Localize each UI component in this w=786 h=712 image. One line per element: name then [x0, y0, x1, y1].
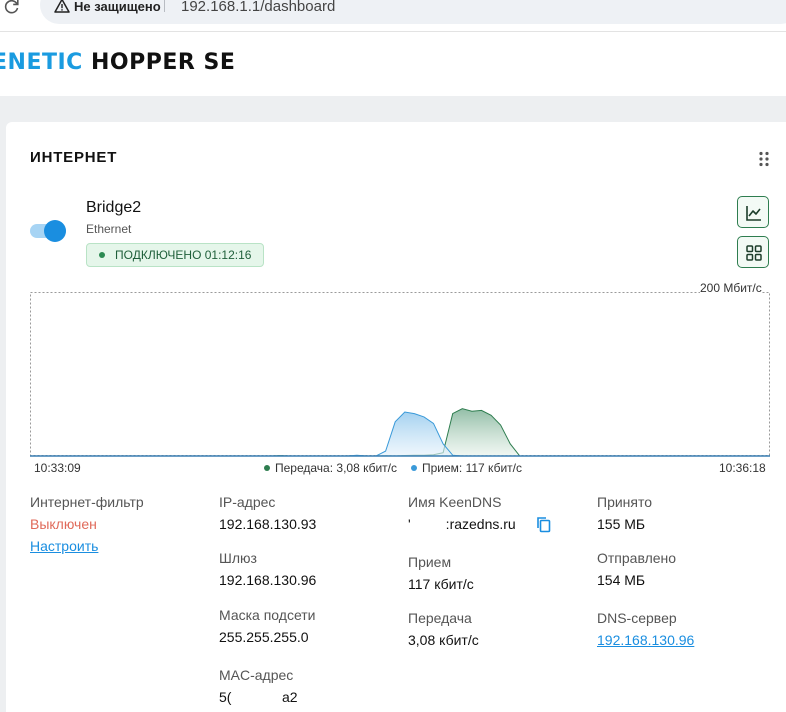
ip-address-value: 192.168.130.93 [219, 516, 317, 532]
internet-filter-value: Выключен [30, 516, 97, 532]
divider [164, 0, 165, 12]
brand-part-1: ENETIC [0, 50, 83, 75]
toggle-knob [44, 220, 66, 242]
copy-icon[interactable] [536, 516, 552, 533]
legend-tx-label: Передача: 3,08 кбит/с [275, 461, 397, 475]
ip-address-label: IP-адрес [219, 494, 276, 510]
gateway-value: 192.168.130.96 [219, 572, 317, 588]
not-secure-label[interactable]: Не защищено [74, 0, 161, 14]
connection-name: Bridge2 [86, 199, 142, 216]
brand-logo: ENETIC HOPPER SE [0, 50, 235, 75]
legend-tx-dot [264, 465, 270, 471]
url-field[interactable]: Не защищено 192.168.1.1/dashboard [40, 0, 786, 24]
chart-start-time: 10:33:09 [34, 461, 81, 475]
subnet-mask-value: 255.255.255.0 [219, 629, 309, 645]
chart-legend: Передача: 3,08 кбит/с Прием: 117 кбит/с [264, 461, 522, 475]
url-text[interactable]: 192.168.1.1/dashboard [181, 0, 335, 15]
browser-address-bar: Не защищено 192.168.1.1/dashboard [0, 0, 786, 32]
details-grid-button[interactable] [737, 236, 769, 268]
internet-filter-label: Интернет-фильтр [30, 494, 144, 510]
received-value: 155 МБ [597, 516, 646, 532]
received-label: Принято [597, 494, 653, 510]
card-title: ИНТЕРНЕТ [30, 149, 118, 166]
warning-icon[interactable] [54, 0, 70, 14]
dns-server-link[interactable]: 192.168.130.96 [597, 632, 694, 648]
connection-type: Ethernet [86, 222, 132, 236]
mac-address-value: 5( a2 [219, 689, 298, 705]
brand-part-2: HOPPER SE [90, 50, 236, 75]
tx-rate-value: 3,08 кбит/с [408, 632, 479, 648]
dns-server-label: DNS-сервер [597, 610, 677, 626]
traffic-chart-button[interactable] [737, 196, 769, 228]
configure-link[interactable]: Настроить [30, 538, 98, 554]
legend-rx-dot [411, 465, 417, 471]
mac-address-label: MAC-адрес [219, 667, 294, 683]
legend-rx-label: Прием: 117 кбит/с [422, 461, 522, 475]
connection-toggle[interactable] [30, 220, 66, 242]
subnet-mask-label: Маска подсети [219, 607, 316, 623]
rx-rate-value: 117 кбит/с [408, 576, 474, 592]
drag-handle-icon[interactable] [758, 151, 770, 167]
traffic-chart [30, 292, 770, 457]
line-chart-icon [746, 206, 761, 221]
tx-rate-label: Передача [408, 610, 472, 626]
sent-label: Отправлено [597, 550, 677, 566]
rx-rate-label: Прием [408, 554, 452, 570]
grid-icon [746, 245, 762, 261]
status-dot [99, 252, 105, 258]
chart-max-label: 200 Мбит/с [700, 281, 762, 295]
rx-area-fill [31, 412, 769, 456]
keendns-value: ' :razedns.ru [408, 516, 516, 532]
keendns-label: Имя KeenDNS [408, 494, 502, 510]
status-text: ПОДКЛЮЧЕНО 01:12:16 [115, 248, 252, 262]
status-badge: ПОДКЛЮЧЕНО 01:12:16 [86, 243, 265, 267]
gateway-label: Шлюз [219, 550, 257, 566]
reload-icon[interactable] [4, 0, 20, 14]
sent-value: 154 МБ [597, 572, 646, 588]
chart-end-time: 10:36:18 [719, 461, 766, 475]
